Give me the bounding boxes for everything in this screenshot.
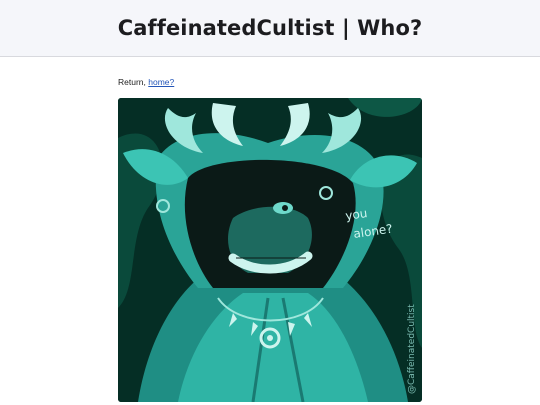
return-line: Return, home? — [118, 77, 174, 87]
eye-pupil — [282, 205, 288, 211]
return-prefix: Return, — [118, 77, 146, 87]
artist-signature: @CaffeinatedCultist — [407, 304, 417, 394]
artwork-image: you alone? @CaffeinatedCultist — [118, 98, 422, 402]
pendant-center — [267, 335, 273, 341]
home-link[interactable]: home? — [148, 77, 174, 87]
artwork-illustration: you alone? @CaffeinatedCultist — [118, 98, 422, 402]
page-title: CaffeinatedCultist | Who? — [117, 16, 423, 40]
page-header: CaffeinatedCultist | Who? — [0, 0, 540, 57]
